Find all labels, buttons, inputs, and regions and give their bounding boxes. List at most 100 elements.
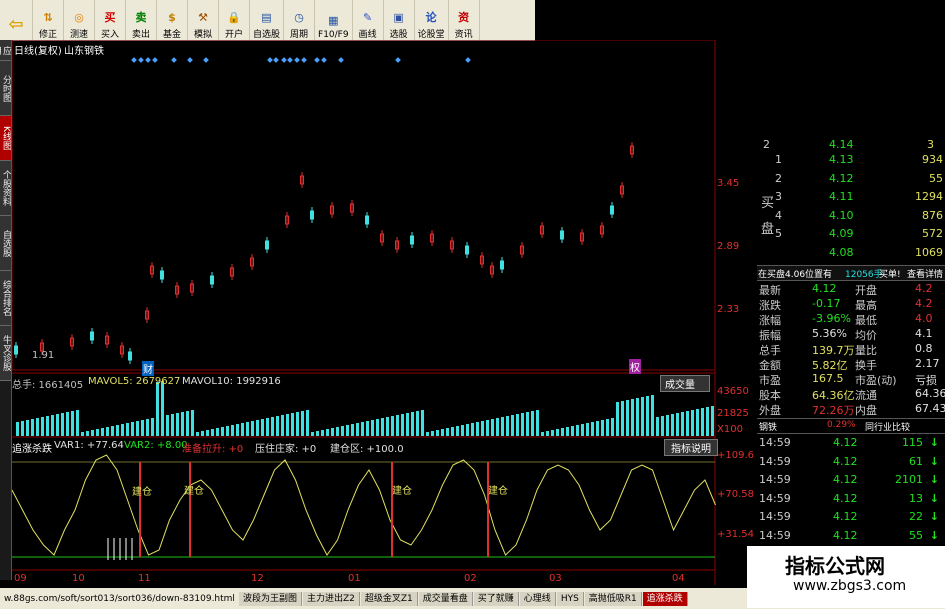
volume-bar: [116, 425, 119, 436]
toolbar-button-watchlist[interactable]: ▤ 自选股: [250, 0, 285, 40]
indicator-tab[interactable]: 买了就赚: [473, 591, 519, 606]
lock-icon: 🔒: [227, 10, 241, 24]
quote-key: 市盈: [759, 374, 781, 387]
quote-value: 167.5: [812, 372, 844, 385]
volume-bar: [296, 412, 299, 436]
sidebar-tab[interactable]: 综合排名: [0, 271, 11, 326]
arrow-down-icon: ↓: [929, 473, 939, 486]
toolbar-button-f10[interactable]: ▦ F10/F9: [315, 0, 353, 40]
toolbar-button-buy[interactable]: 买买入: [95, 0, 126, 40]
quote-key: 最高: [855, 299, 877, 312]
volume-bar: [411, 412, 414, 436]
volume-bar: [201, 431, 204, 436]
volume-bar: [71, 411, 74, 436]
volume-bar: [451, 427, 454, 436]
quote-row: 外盘 72.26万 内盘 67.43: [757, 402, 945, 417]
indicator-tab[interactable]: 高抛低吸R1: [584, 591, 642, 606]
financial-report-marker[interactable]: 财: [142, 361, 154, 376]
indicator-tab[interactable]: 超级金叉Z1: [360, 591, 418, 606]
toolbar-button-fund[interactable]: $ 基金: [157, 0, 188, 40]
tick-price: 4.12: [833, 510, 858, 523]
sidebar-tab[interactable]: 个股资料: [0, 161, 11, 216]
toolbar-button-select-stock[interactable]: ▣ 选股: [384, 0, 415, 40]
volume-bar: [331, 428, 334, 436]
quote-value: 67.43: [915, 402, 945, 415]
indicator-help-button[interactable]: 指标说明: [664, 439, 718, 456]
volume-bar: [471, 423, 474, 436]
watchlist-icon: ▤: [261, 10, 272, 24]
sidebar-tab[interactable]: 应用: [0, 40, 11, 61]
indicator-level: +31.54: [717, 529, 755, 540]
order-book-row: 2 4.12 55: [757, 172, 945, 187]
quote-value: 亏损: [915, 374, 937, 387]
quote-row: 振幅 5.36% 均价 4.1: [757, 327, 945, 342]
quote-key: 涨幅: [759, 314, 781, 327]
volume-bar: [621, 401, 624, 436]
toolbar-button-pen[interactable]: ✎ 画线: [353, 0, 384, 40]
quote-row: 总手 139.7万 量比 0.8: [757, 342, 945, 357]
f10-icon: ▦: [328, 13, 339, 27]
order-price: 4.11: [829, 190, 854, 203]
indicator-var2: VAR2: +8.00: [124, 440, 188, 451]
volume-indicator-dropdown[interactable]: 成交量: [660, 375, 710, 392]
chart-canvas[interactable]: [12, 40, 756, 585]
toolbar-button-clock[interactable]: ◷ 周期: [284, 0, 316, 40]
toolbar-button-hammer[interactable]: ⚒ 模拟: [188, 0, 219, 40]
signal-diamond: [321, 57, 327, 63]
sell-icon: 卖: [135, 11, 147, 24]
volume-bar: [631, 399, 634, 436]
volume-bar: [181, 412, 184, 436]
quote-value: 64.36亿: [812, 389, 855, 402]
indicator-tab[interactable]: 波段为王副图: [238, 591, 302, 606]
tick-price: 4.12: [833, 528, 858, 542]
volume-bar: [601, 420, 604, 436]
month-label: 03: [549, 573, 562, 584]
alert-text: 在买盘4.06位置有: [758, 270, 833, 280]
volume-bar: [131, 422, 134, 436]
sidebar-tab[interactable]: 牛叉诊股: [0, 326, 11, 381]
order-book-row: 1 4.13 934: [757, 153, 945, 168]
quote-value: 4.2: [915, 282, 933, 295]
indicator-tab[interactable]: 成交量看盘: [418, 591, 473, 606]
signal-diamond: [314, 57, 320, 63]
watermark-logo: 指标公式网 www.zbgs3.com: [747, 546, 945, 608]
signal-diamond: [152, 57, 158, 63]
indicator-tab[interactable]: HYS: [556, 591, 584, 606]
quote-key: 最新: [759, 284, 781, 297]
volume-bar: [246, 422, 249, 436]
toolbar-button-lock[interactable]: 🔒 开户: [219, 0, 250, 40]
volume-bar: [681, 412, 684, 436]
rights-marker[interactable]: 权: [629, 359, 641, 374]
alert-detail-link[interactable]: 查看详情: [907, 267, 943, 280]
volume-bar: [381, 418, 384, 436]
toolbar-button-speed[interactable]: ◎ 测速: [64, 0, 95, 40]
tick-volume: 61: [909, 454, 923, 468]
toolbar-button-sell[interactable]: 卖卖出: [126, 0, 157, 40]
volume-bar: [101, 428, 104, 436]
volume-total: 总手: 1661405: [12, 380, 84, 391]
month-label: 10: [72, 573, 85, 584]
volume-bar: [16, 422, 19, 436]
volume-bar: [366, 421, 369, 436]
quote-key: 内盘: [855, 404, 877, 417]
tick-row: 14:59 4.12 2101 ↓: [757, 473, 945, 488]
indicator-tab[interactable]: 主力进出Z2: [302, 591, 360, 606]
sidebar-tab[interactable]: K线图: [0, 116, 11, 161]
sidebar-tab[interactable]: 自选股: [0, 216, 11, 271]
volume-bar: [611, 418, 614, 436]
volume-bar: [421, 410, 424, 436]
toolbar-button-back-arrow[interactable]: ⇦: [0, 0, 33, 40]
toolbar-button-forum[interactable]: 论论股堂: [415, 0, 449, 40]
quote-value: 5.82亿: [812, 359, 848, 372]
sector-compare-link[interactable]: 同行业比较: [865, 420, 910, 433]
volume-bar: [566, 427, 569, 436]
indicator-tab[interactable]: 心理线: [519, 591, 556, 606]
sidebar-tab[interactable]: 分时图: [0, 61, 11, 116]
indicator-tab[interactable]: 追涨杀跌: [642, 591, 688, 606]
toolbar-button-updown-arrows[interactable]: ⇅ 修正: [33, 0, 64, 40]
volume-bar: [106, 427, 109, 436]
toolbar-button-news[interactable]: 资资讯: [449, 0, 480, 40]
volume-bar: [696, 409, 699, 436]
order-book-row: 3 4.11 1294: [757, 190, 945, 205]
volume-bar: [511, 415, 514, 436]
